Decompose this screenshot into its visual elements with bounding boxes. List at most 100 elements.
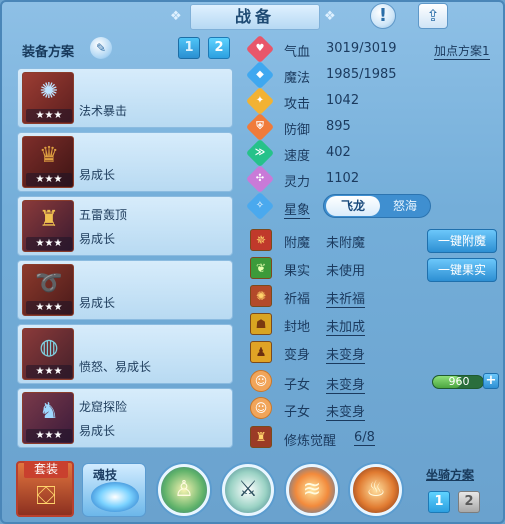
progression-value-cultivation[interactable]: 6/8	[354, 430, 375, 446]
skill-slot-4[interactable]: ♨	[350, 464, 402, 516]
equipment-slot-necklace[interactable]: ➰ ★★★ 易成长	[17, 260, 233, 320]
boots-icon: ♞ ★★★	[22, 392, 74, 444]
stat-value-mp: 1985/1985	[326, 67, 397, 82]
armor-icon: ♛ ★★★	[22, 136, 74, 188]
progression-label-fruit: 果实	[284, 264, 311, 279]
stat-label-hp: 气血	[284, 45, 311, 60]
child-icon[interactable]: ☺	[250, 397, 272, 419]
sword-icon: ⚔	[238, 477, 258, 502]
stat-value-defense: 895	[326, 119, 351, 134]
stat-value-spirit: 1102	[326, 171, 360, 186]
stat-value-speed: 402	[326, 145, 351, 160]
hp-icon: ♥	[245, 34, 275, 64]
skill-slot-3[interactable]: ≋	[286, 464, 338, 516]
one-click-fruit-button[interactable]: 一键果实	[427, 258, 497, 282]
star-rating: ★★★	[26, 109, 72, 122]
progression-label-child-2: 子女	[284, 405, 311, 420]
window-title: 战备	[190, 4, 320, 30]
equipment-trait: 易成长	[79, 296, 116, 310]
share-icon[interactable]: ⇪	[418, 3, 448, 29]
mount-plan-label: 坐骑方案	[426, 468, 475, 482]
title-ornament-right: ❖	[324, 9, 336, 24]
belt-icon: ◍ ★★★	[22, 328, 74, 380]
soul-skill-label: 魂技	[93, 468, 118, 482]
stat-label-speed: 速度	[284, 149, 311, 164]
star-sign-option-flying-dragon[interactable]: 飞龙	[326, 196, 380, 216]
star-rating: ★★★	[26, 173, 72, 186]
attack-icon: ✦	[245, 86, 275, 116]
equipment-trait: 易成长	[79, 424, 116, 438]
equipment-special-skill: 龙窟探险	[79, 400, 128, 414]
treasure-chest-icon: ⛋	[36, 481, 56, 511]
progression-label-transform: 变身	[284, 348, 311, 363]
exclamation-icon[interactable]: !	[370, 3, 396, 29]
title-ornament-left: ❖	[170, 9, 182, 24]
stat-label-defense: 防御	[284, 123, 311, 138]
stat-label-mp: 魔法	[284, 71, 311, 86]
stat-value-attack: 1042	[326, 93, 360, 108]
progression-label-child-1: 子女	[284, 378, 311, 393]
stat-label-spirit: 灵力	[284, 175, 311, 190]
points-bar: 960	[432, 375, 484, 389]
progression-value-fruit: 未使用	[326, 264, 366, 279]
star-rating: ★★★	[26, 237, 72, 250]
equipment-slot-belt[interactable]: ◍ ★★★ 愤怒、易成长	[17, 324, 233, 384]
fire-icon: ♨	[366, 477, 386, 502]
progression-value-child-1[interactable]: 未变身	[326, 374, 366, 394]
suit-label: 套装	[24, 461, 68, 478]
equipment-trait: 法术暴击	[79, 104, 128, 118]
warrior-icon: ♙	[174, 477, 194, 502]
wave-icon: ≋	[302, 477, 322, 502]
progression-label-blessing: 祈福	[284, 292, 311, 307]
mp-icon: ◆	[245, 60, 275, 90]
cultivation-icon[interactable]: ♜	[250, 426, 272, 448]
one-click-enchant-button[interactable]: 一键附魔	[427, 229, 497, 253]
star-sign-icon: ✧	[245, 191, 275, 221]
skill-slot-2[interactable]: ⚔	[222, 464, 274, 516]
star-rating: ★★★	[26, 301, 72, 314]
add-points-button[interactable]: +	[483, 373, 499, 389]
transform-icon[interactable]: ♟	[250, 341, 272, 363]
progression-value-enchant: 未附魔	[326, 236, 366, 251]
progression-label-cultivation: 修炼觉醒	[284, 434, 337, 449]
child-icon[interactable]: ☺	[250, 370, 272, 392]
helmet-icon: ♜ ★★★	[22, 200, 74, 252]
equipment-slot-boots[interactable]: ♞ ★★★ 龙窟探险 易成长	[17, 388, 233, 448]
equipment-slot-helmet[interactable]: ♜ ★★★ 五雷轰顶 易成长	[17, 196, 233, 256]
enchant-icon: ✵	[250, 229, 272, 251]
stat-label-attack: 攻击	[284, 97, 311, 112]
blessing-icon[interactable]: ✺	[250, 285, 272, 307]
swirl-icon	[91, 482, 139, 512]
progression-label-fief: 封地	[284, 320, 311, 335]
progression-label-enchant: 附魔	[284, 236, 311, 251]
skill-slot-1[interactable]: ♙	[158, 464, 210, 516]
fief-icon[interactable]: ☗	[250, 313, 272, 335]
equipment-trait: 易成长	[79, 168, 116, 182]
soul-skill-button[interactable]: 魂技	[82, 463, 146, 517]
equipment-plan-2-button[interactable]: 2	[208, 37, 230, 59]
pencil-icon[interactable]: ✎	[90, 37, 112, 59]
add-point-plan-link[interactable]: 加点方案1	[434, 42, 490, 60]
necklace-icon: ➰ ★★★	[22, 264, 74, 316]
star-sign-option-raging-sea[interactable]: 怒海	[382, 196, 428, 216]
equipment-plan-label: 装备方案	[22, 45, 75, 60]
progression-value-transform[interactable]: 未变身	[326, 344, 366, 364]
defense-icon: ⛨	[245, 112, 275, 142]
equipment-special-skill: 五雷轰顶	[79, 208, 128, 222]
star-sign-label: 星象	[284, 199, 311, 219]
star-sign-toggle[interactable]: 飞龙 怒海	[323, 194, 431, 218]
suit-button[interactable]: 套装 ⛋	[16, 461, 74, 517]
fruit-icon: ❦	[250, 257, 272, 279]
battle-prep-panel: ❖ 战备 ❖ ! ⇪ 装备方案 ✎ 1 2 ✺ ★★★ 法术暴击 ♛ ★★★ 易…	[0, 0, 505, 524]
speed-icon: ≫	[245, 138, 275, 168]
equipment-trait: 愤怒、易成长	[79, 360, 152, 374]
fan-icon: ✺ ★★★	[22, 72, 74, 124]
progression-value-fief[interactable]: 未加成	[326, 316, 366, 336]
mount-plan-1-button[interactable]: 1	[428, 491, 450, 513]
equipment-plan-1-button[interactable]: 1	[178, 37, 200, 59]
equipment-slot-weapon[interactable]: ✺ ★★★ 法术暴击	[17, 68, 233, 128]
equipment-slot-armor[interactable]: ♛ ★★★ 易成长	[17, 132, 233, 192]
progression-value-child-2[interactable]: 未变身	[326, 401, 366, 421]
progression-value-blessing[interactable]: 未祈福	[326, 288, 366, 308]
mount-plan-2-button[interactable]: 2	[458, 491, 480, 513]
